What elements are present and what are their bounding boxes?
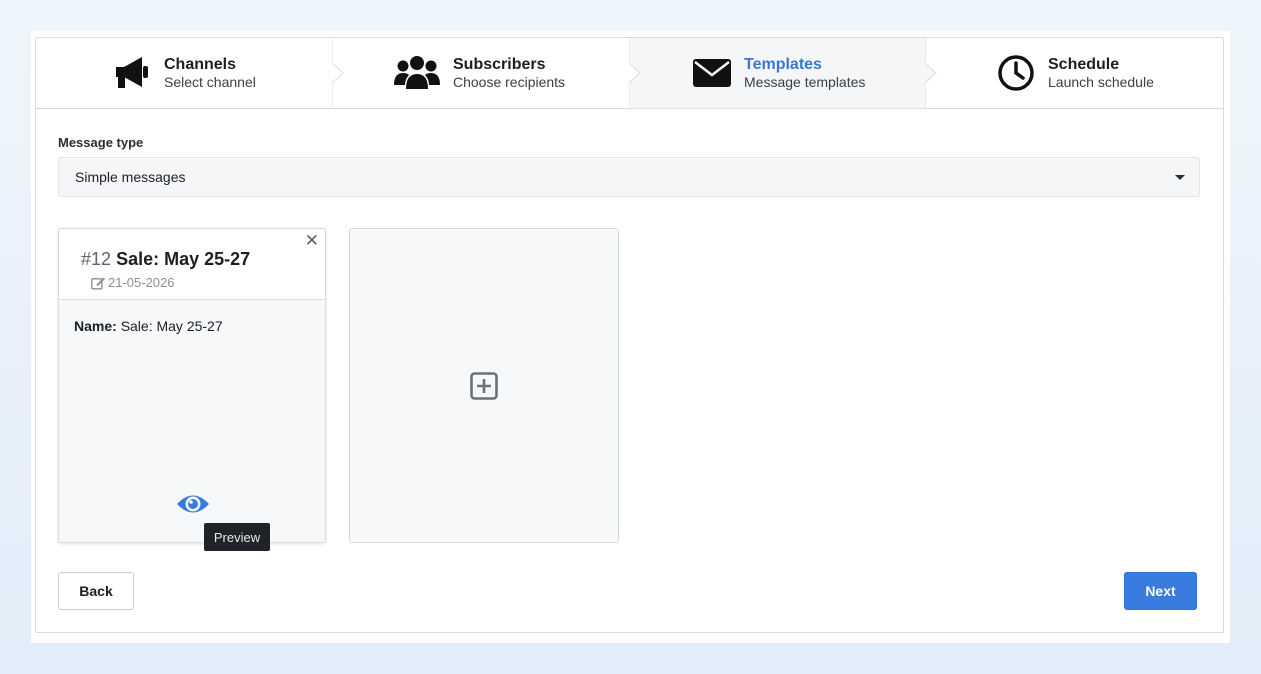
step-title: Templates <box>744 56 822 73</box>
name-value: Sale: May 25-27 <box>120 318 223 334</box>
step-subtitle: Select channel <box>164 74 256 90</box>
plus-square-icon <box>470 371 498 400</box>
step-divider <box>925 38 937 108</box>
eye-icon[interactable] <box>176 491 210 517</box>
users-icon <box>393 53 441 93</box>
preview-tooltip: Preview <box>204 523 270 551</box>
step-subscribers[interactable]: Subscribers Choose recipients <box>333 38 641 108</box>
close-icon[interactable]: ✕ <box>305 231 319 251</box>
megaphone-icon <box>112 53 152 93</box>
wizard-panel: Channels Select channel Subscribers Choo… <box>35 37 1224 633</box>
step-divider <box>332 38 344 108</box>
clock-icon <box>996 53 1036 93</box>
template-card[interactable]: ✕ #12 Sale: May 25-27 21-05-2026 Name: S… <box>58 228 326 551</box>
step-channels[interactable]: Channels Select channel <box>36 38 344 108</box>
step-subtitle: Choose recipients <box>453 74 566 90</box>
template-number: #12 <box>81 249 112 269</box>
step-templates[interactable]: Templates Message templates <box>630 38 937 108</box>
step-title: Subscribers <box>453 56 546 73</box>
template-card-header: ✕ #12 Sale: May 25-27 21-05-2026 <box>59 229 325 300</box>
template-date: 21-05-2026 <box>91 275 175 290</box>
envelope-icon <box>692 53 732 93</box>
stepper: Channels Select channel Subscribers Choo… <box>36 38 1223 109</box>
step-title: Schedule <box>1048 56 1120 73</box>
step-subtitle: Message templates <box>744 74 866 90</box>
next-button[interactable]: Next <box>1124 572 1197 610</box>
caret-down-icon <box>1175 175 1185 180</box>
name-label: Name: <box>74 318 117 334</box>
template-date-text: 21-05-2026 <box>108 275 175 290</box>
edit-icon <box>91 277 105 289</box>
step-title: Channels <box>164 56 237 73</box>
template-title: Sale: May 25-27 <box>116 249 251 269</box>
step-divider <box>629 38 641 108</box>
step-subtitle: Launch schedule <box>1048 74 1154 90</box>
message-type-select[interactable]: Simple messages <box>58 157 1200 197</box>
template-card-body: Name: Sale: May 25-27 <box>59 300 325 352</box>
add-template-card[interactable] <box>349 228 619 543</box>
message-type-label: Message type <box>58 135 144 150</box>
message-type-value: Simple messages <box>75 169 186 185</box>
step-schedule[interactable]: Schedule Launch schedule <box>926 38 1223 108</box>
template-card-title: #12 Sale: May 25-27 <box>81 249 250 270</box>
back-button[interactable]: Back <box>58 572 134 610</box>
